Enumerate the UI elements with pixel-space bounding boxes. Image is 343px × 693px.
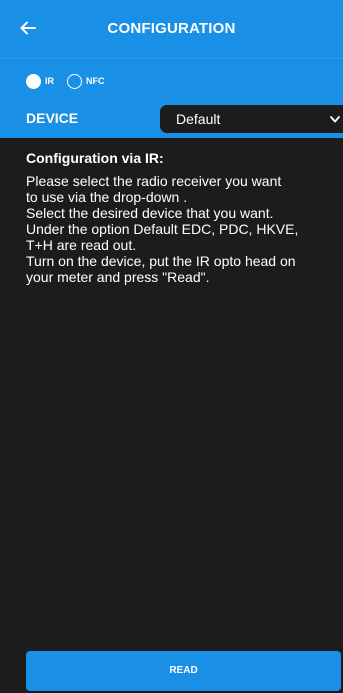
connection-mode-radio-group: IR NFC	[0, 58, 343, 104]
instructions-panel: Configuration via IR: Please select the …	[26, 150, 331, 285]
device-row: DEVICE Default	[0, 103, 343, 138]
app-bar: CONFIGURATION	[0, 0, 343, 58]
device-dropdown-value: Default	[176, 111, 221, 127]
radio-checked-icon	[26, 73, 41, 89]
instructions-title: Configuration via IR:	[26, 150, 164, 166]
instruction-line: Select the desired device that you want.	[26, 205, 274, 221]
instruction-line: your meter and press "Read".	[26, 269, 210, 285]
radio-unchecked-icon	[67, 73, 82, 89]
device-dropdown[interactable]: Default	[160, 105, 343, 133]
radio-option-ir[interactable]: IR	[26, 72, 54, 90]
instructions-body: Please select the radio receiver you wan…	[26, 173, 331, 285]
radio-option-nfc[interactable]: NFC	[67, 72, 105, 90]
page-title: CONFIGURATION	[107, 20, 236, 37]
radio-label-nfc: NFC	[86, 76, 105, 86]
chevron-down-icon	[330, 116, 340, 123]
configuration-screen: CONFIGURATION IR NFC DEVICE Default Conf…	[0, 0, 343, 693]
read-button[interactable]: READ	[26, 651, 341, 691]
radio-label-ir: IR	[45, 76, 54, 86]
instruction-line: Please select the radio receiver you wan…	[26, 173, 282, 189]
instruction-line: T+H are read out.	[26, 237, 137, 253]
instruction-line: Under the option Default EDC, PDC, HKVE,	[26, 221, 299, 237]
instruction-line: Turn on the device, put the IR opto head…	[26, 253, 296, 269]
instruction-line: to use via the drop-down .	[26, 189, 188, 205]
device-label: DEVICE	[26, 110, 79, 126]
